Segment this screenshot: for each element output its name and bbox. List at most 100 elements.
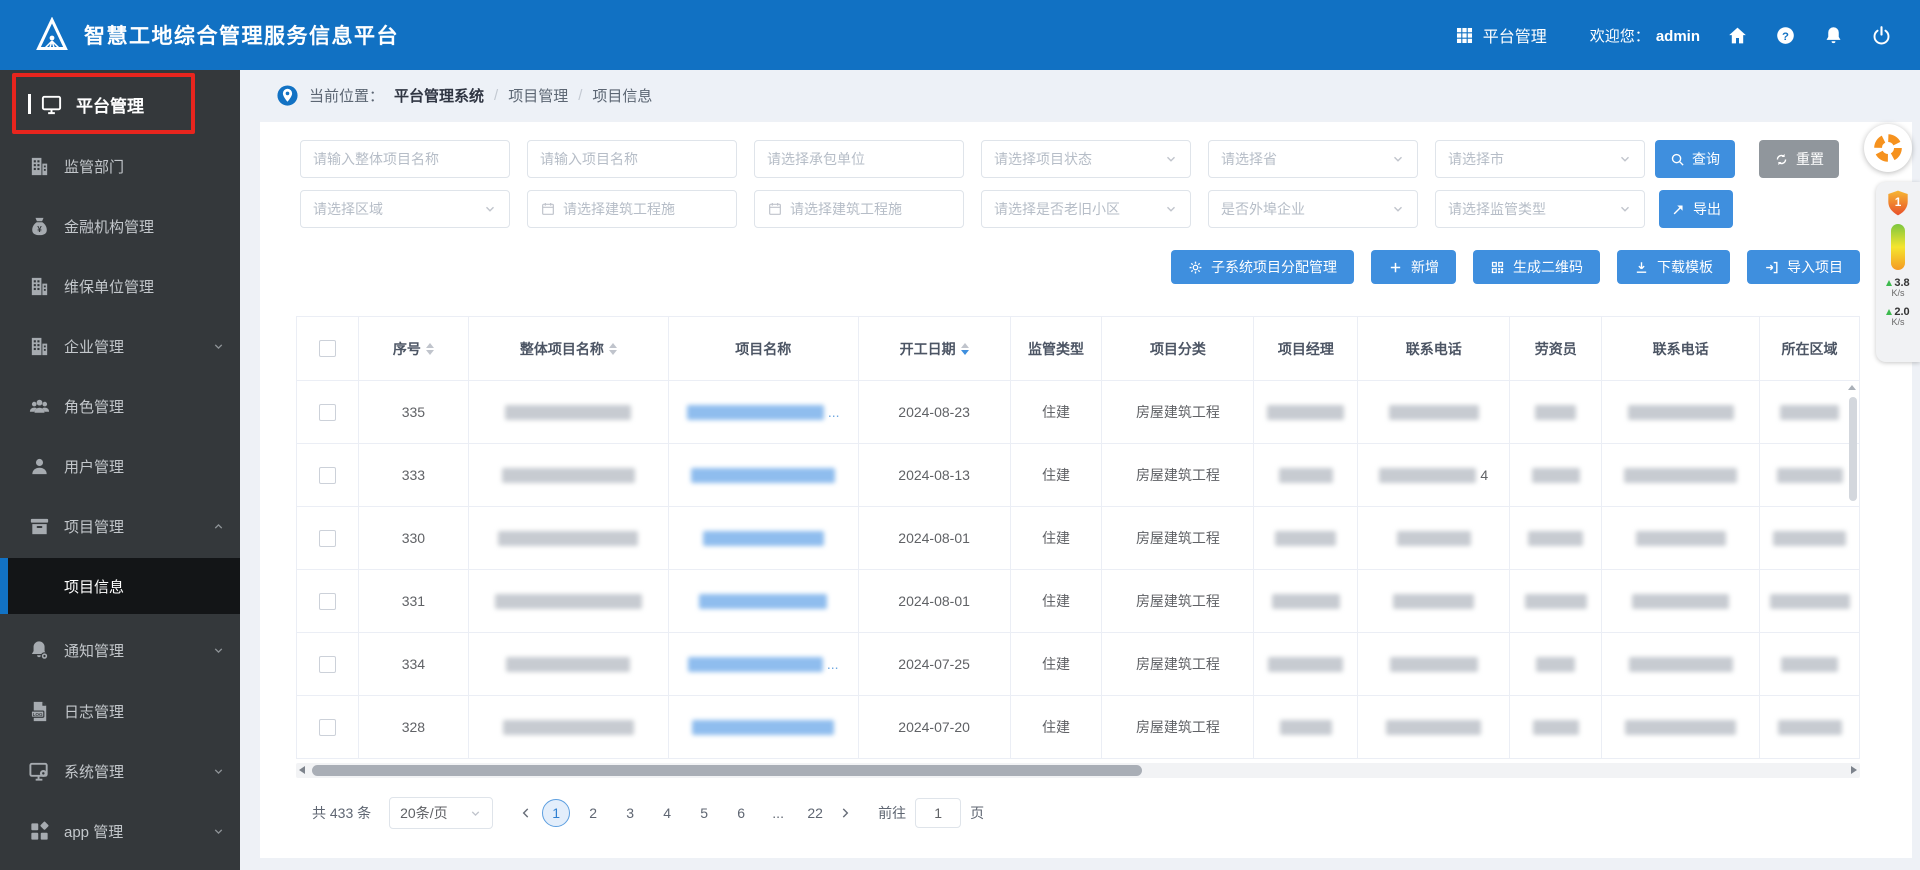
- sidebar-item-financial-institution[interactable]: ¥金融机构管理: [0, 198, 240, 254]
- cell-labor: [1510, 507, 1602, 570]
- goto-page-input[interactable]: 1: [915, 798, 961, 828]
- breadcrumb-item-project-management[interactable]: 项目管理: [508, 85, 568, 106]
- redacted-text: [1628, 405, 1734, 420]
- export-button[interactable]: 导出: [1659, 190, 1733, 228]
- sidebar-item-project-management[interactable]: 项目管理: [0, 498, 240, 554]
- row-checkbox[interactable]: [319, 656, 336, 673]
- project-name-input[interactable]: 请输入项目名称: [527, 140, 737, 178]
- page-number-6[interactable]: 6: [727, 799, 755, 827]
- page-size-select[interactable]: 20条/页: [389, 797, 493, 829]
- column-header-phone2: 联系电话: [1602, 317, 1760, 381]
- column-header-labor: 劳资员: [1510, 317, 1602, 381]
- floating-swirl-widget[interactable]: [1864, 124, 1912, 172]
- sort-icon[interactable]: [426, 343, 434, 355]
- cell-project_name[interactable]: [669, 570, 859, 633]
- construction-date-from-picker[interactable]: 请选择建筑工程施: [527, 190, 737, 228]
- sort-icon[interactable]: [609, 343, 617, 355]
- sidebar-item-user-management[interactable]: 用户管理: [0, 438, 240, 494]
- redacted-text: [1532, 468, 1580, 483]
- sidebar-item-supervision-department[interactable]: 监管部门: [0, 138, 240, 194]
- platform-switcher[interactable]: 平台管理: [1455, 23, 1547, 47]
- cell-project_name[interactable]: [669, 696, 859, 759]
- row-checkbox[interactable]: [319, 404, 336, 421]
- cell-phone1: 4: [1358, 444, 1510, 507]
- select-all-checkbox[interactable]: [319, 340, 336, 357]
- city-select[interactable]: 请选择市: [1435, 140, 1645, 178]
- vertical-scrollbar[interactable]: [1849, 387, 1857, 745]
- project-status-select[interactable]: 请选择项目状态: [981, 140, 1191, 178]
- sidebar-item-maintenance-unit[interactable]: 维保单位管理: [0, 258, 240, 314]
- sort-icon[interactable]: [961, 343, 969, 355]
- visible-digit: 4: [1480, 467, 1488, 483]
- cell-select: [297, 696, 359, 759]
- overall-project-name-input[interactable]: 请输入整体项目名称: [300, 140, 510, 178]
- cell-project_name[interactable]: [669, 507, 859, 570]
- more-pages-button[interactable]: ...: [764, 799, 792, 827]
- row-checkbox[interactable]: [319, 593, 336, 610]
- province-select[interactable]: 请选择省: [1208, 140, 1418, 178]
- next-page-icon[interactable]: [838, 806, 852, 820]
- sidebar-item-notice-management[interactable]: 通知管理: [0, 622, 240, 678]
- sidebar-item-enterprise-management[interactable]: 企业管理: [0, 318, 240, 374]
- construction-date-to-picker[interactable]: 请选择建筑工程施: [754, 190, 964, 228]
- horizontal-scrollbar[interactable]: [296, 763, 1860, 778]
- sidebar-item-platform-management[interactable]: 平台管理: [0, 76, 240, 132]
- scroll-right-icon[interactable]: [1851, 766, 1857, 774]
- sidebar-item-log-management[interactable]: LOG日志管理: [0, 683, 240, 739]
- redacted-text: [502, 468, 635, 483]
- page-number-2[interactable]: 2: [579, 799, 607, 827]
- search-button[interactable]: 查询: [1655, 140, 1735, 178]
- horizontal-scrollbar-thumb[interactable]: [312, 765, 1142, 776]
- add-button[interactable]: 新增: [1371, 250, 1456, 284]
- sidebar-item-project-info[interactable]: 项目信息: [0, 558, 240, 614]
- scroll-up-arrow[interactable]: [1848, 381, 1856, 390]
- page-number-1[interactable]: 1: [542, 799, 570, 827]
- column-header-overall_name[interactable]: 整体项目名称: [469, 317, 669, 381]
- breadcrumb-separator: /: [578, 87, 582, 104]
- chevron-down-icon: [1618, 202, 1632, 216]
- cell-project_name[interactable]: ...: [669, 381, 859, 444]
- vertical-scrollbar-thumb[interactable]: [1849, 397, 1857, 501]
- pagination: 共 433 条 20条/页 123456...22 前往 1 页: [312, 796, 984, 830]
- row-checkbox[interactable]: [319, 719, 336, 736]
- cell-project_name[interactable]: [669, 444, 859, 507]
- generate-qrcode-button[interactable]: 生成二维码: [1473, 250, 1600, 284]
- cell-project_name[interactable]: ...: [669, 633, 859, 696]
- power-icon[interactable]: [1871, 25, 1892, 46]
- column-header-seq[interactable]: 序号: [359, 317, 469, 381]
- row-checkbox[interactable]: [319, 467, 336, 484]
- home-icon[interactable]: [1727, 25, 1748, 46]
- breadcrumb-item-project-info[interactable]: 项目信息: [592, 85, 652, 106]
- cell-region: [1760, 444, 1860, 507]
- page-number-22[interactable]: 22: [801, 799, 829, 827]
- reset-button[interactable]: 重置: [1759, 140, 1839, 178]
- column-header-date[interactable]: 开工日期: [859, 317, 1011, 381]
- calendar-icon: [540, 201, 556, 217]
- scroll-left-icon[interactable]: [299, 766, 305, 774]
- shield-icon: 1: [1885, 189, 1911, 217]
- page-number-5[interactable]: 5: [690, 799, 718, 827]
- help-icon[interactable]: ?: [1775, 25, 1796, 46]
- row-checkbox[interactable]: [319, 530, 336, 547]
- import-project-button[interactable]: 导入项目: [1747, 250, 1860, 284]
- column-header-select[interactable]: [297, 317, 359, 381]
- floating-monitor-widget[interactable]: 1 3.8 K/s 2.0 K/s: [1876, 182, 1920, 362]
- supervision-type-select[interactable]: 请选择监管类型: [1435, 190, 1645, 228]
- placeholder-text: 请选择是否老旧小区: [994, 199, 1120, 219]
- page-number-4[interactable]: 4: [653, 799, 681, 827]
- column-header-phone1: 联系电话: [1358, 317, 1510, 381]
- download-template-button[interactable]: 下载模板: [1617, 250, 1730, 284]
- sidebar-item-system-management[interactable]: 系统管理: [0, 743, 240, 799]
- subsystem-project-assign-button[interactable]: 子系统项目分配管理: [1171, 250, 1354, 284]
- sidebar-item-role-management[interactable]: 角色管理: [0, 378, 240, 434]
- sidebar-item-app-management[interactable]: app 管理: [0, 803, 240, 859]
- refresh-icon: [1774, 152, 1789, 167]
- old-community-select[interactable]: 请选择是否老旧小区: [981, 190, 1191, 228]
- region-select[interactable]: 请选择区域: [300, 190, 510, 228]
- contractor-select[interactable]: 请选择承包单位: [754, 140, 964, 178]
- bell-icon[interactable]: [1823, 25, 1844, 46]
- non-local-enterprise-select[interactable]: 是否外埠企业: [1208, 190, 1418, 228]
- prev-page-icon[interactable]: [519, 806, 533, 820]
- column-label: 项目分类: [1150, 339, 1206, 359]
- page-number-3[interactable]: 3: [616, 799, 644, 827]
